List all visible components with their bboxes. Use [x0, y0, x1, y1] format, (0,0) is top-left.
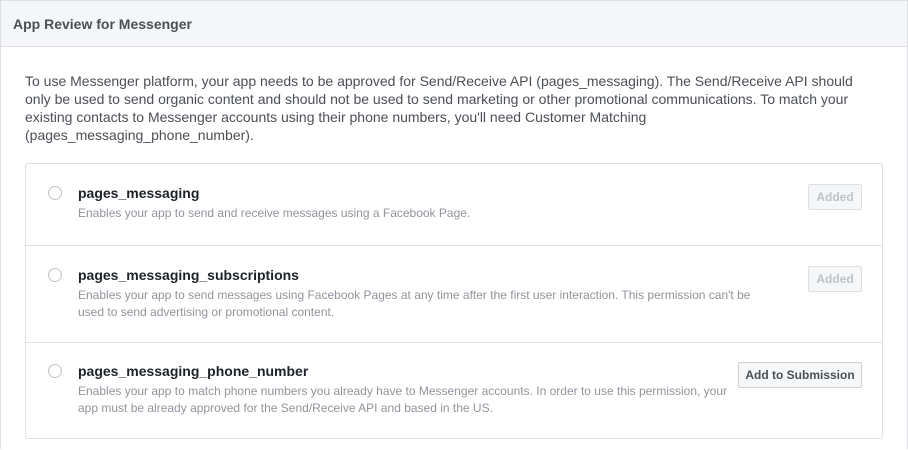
app-review-panel: App Review for Messenger To use Messenge…: [0, 0, 908, 449]
permission-radio[interactable]: [48, 186, 62, 200]
permission-row-pages-messaging-phone-number: pages_messaging_phone_number Enables you…: [26, 342, 882, 438]
added-button: Added: [808, 184, 862, 210]
permission-radio[interactable]: [48, 268, 62, 282]
permission-description: Enables your app to send messages using …: [78, 288, 751, 319]
intro-text: To use Messenger platform, your app need…: [25, 73, 853, 143]
added-button: Added: [808, 266, 862, 292]
permission-list: pages_messaging Enables your app to send…: [25, 163, 883, 439]
permission-description: Enables your app to send and receive mes…: [78, 206, 471, 220]
permission-name: pages_messaging_subscriptions: [78, 267, 299, 283]
permission-name: pages_messaging: [78, 185, 200, 201]
permission-description: Enables your app to match phone numbers …: [78, 384, 728, 415]
permission-name: pages_messaging_phone_number: [78, 363, 309, 379]
permission-row-pages-messaging: pages_messaging Enables your app to send…: [26, 164, 882, 245]
add-to-submission-button[interactable]: Add to Submission: [738, 362, 862, 388]
permission-radio[interactable]: [48, 364, 62, 378]
permission-row-pages-messaging-subscriptions: pages_messaging_subscriptions Enables yo…: [26, 245, 882, 342]
page-title: App Review for Messenger: [13, 15, 192, 32]
panel-header: App Review for Messenger: [1, 1, 907, 47]
panel-body: To use Messenger platform, your app need…: [1, 47, 907, 439]
